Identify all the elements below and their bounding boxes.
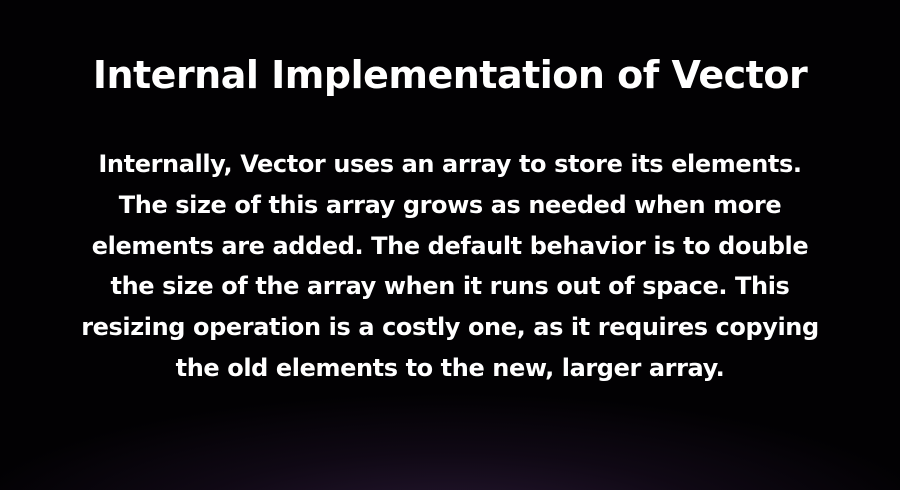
slide-title: Internal Implementation of Vector xyxy=(92,53,808,97)
paragraph-line: Internally, Vector uses an array to stor… xyxy=(98,150,802,178)
paragraph-line: the old elements to the new, larger arra… xyxy=(175,353,725,382)
slide: Internal Implementation of Vector Intern… xyxy=(0,0,900,490)
paragraph-line: The size of this array grows as needed w… xyxy=(118,190,782,219)
paragraph-line: resizing operation is a costly one, as i… xyxy=(81,313,819,342)
slide-paragraph: Internally, Vector uses an array to stor… xyxy=(40,144,860,389)
paragraph-line: the size of the array when it runs out o… xyxy=(110,272,790,301)
paragraph-line: elements are added. The default behavior… xyxy=(91,231,809,260)
